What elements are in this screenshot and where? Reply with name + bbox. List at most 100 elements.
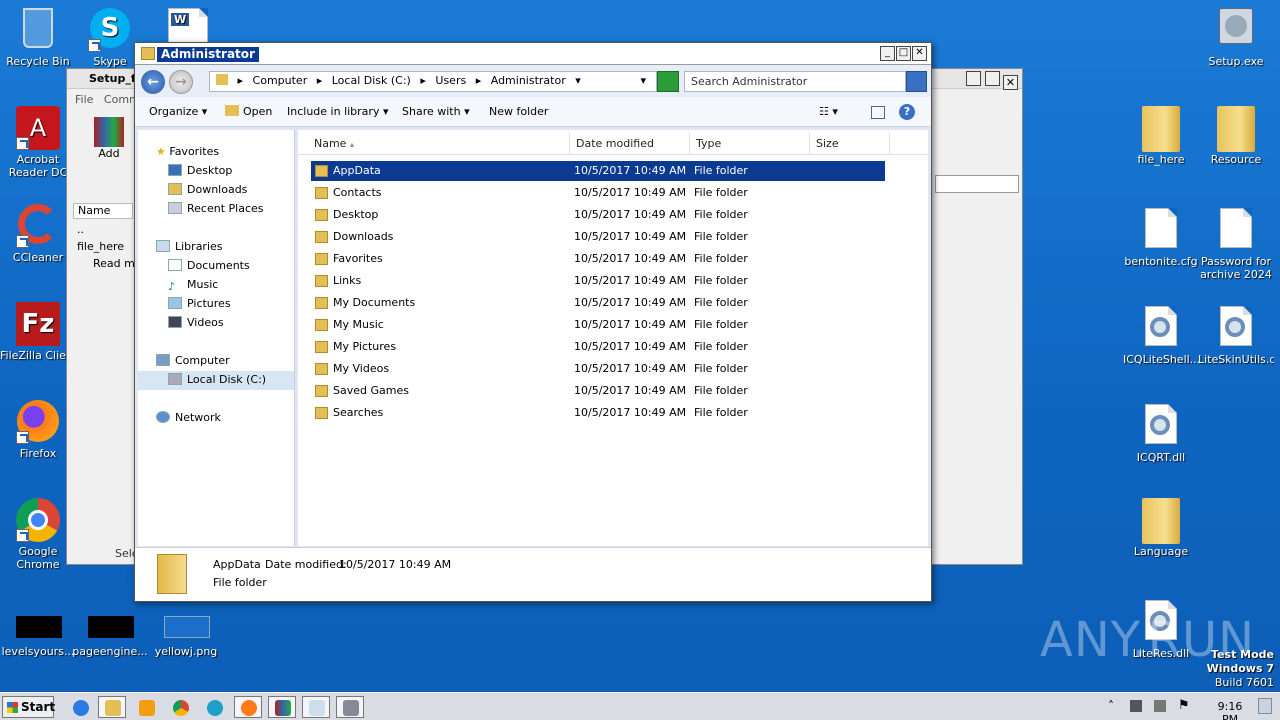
minimize-button[interactable]: _: [880, 46, 895, 61]
table-row[interactable]: Desktop 10/5/2017 10:49 AM File folder: [311, 205, 885, 225]
show-hidden-icons-icon[interactable]: ˄: [1108, 699, 1114, 713]
desktop-icon-chrome[interactable]: Google Chrome: [0, 498, 76, 571]
taskbar-explorer[interactable]: [98, 696, 126, 718]
speaker-icon[interactable]: [1154, 700, 1166, 712]
new-folder-button[interactable]: New folder: [489, 105, 548, 118]
breadcrumb-administrator[interactable]: Administrator: [491, 74, 566, 87]
nav-favorites[interactable]: ★ Favorites: [156, 143, 219, 161]
back-dropdown[interactable]: [935, 175, 1019, 193]
taskbar-edge[interactable]: [200, 696, 228, 718]
maximize-button[interactable]: [984, 71, 1000, 86]
table-row[interactable]: My Music 10/5/2017 10:49 AM File folder: [311, 315, 885, 335]
refresh-button[interactable]: [657, 71, 679, 92]
column-name[interactable]: Name ▴: [308, 133, 570, 155]
search-input[interactable]: Search Administrator: [684, 71, 906, 92]
table-row[interactable]: My Pictures 10/5/2017 10:49 AM File folder: [311, 337, 885, 357]
nav-pictures[interactable]: Pictures: [168, 295, 231, 313]
desktop-icon-liteskinutils[interactable]: LiteSkinUtils.dll: [1198, 306, 1274, 366]
nav-documents[interactable]: Documents: [168, 257, 250, 275]
nav-libraries[interactable]: Libraries: [156, 238, 223, 256]
close-button[interactable]: ✕: [1003, 75, 1018, 90]
nav-downloads[interactable]: Downloads: [168, 181, 247, 199]
table-row[interactable]: Saved Games 10/5/2017 10:49 AM File folder: [311, 381, 885, 401]
desktop-icon-filezilla[interactable]: Fz FileZilla Client: [0, 302, 76, 362]
chevron-right-icon[interactable]: ▸: [420, 74, 426, 87]
breadcrumb-local-disk[interactable]: Local Disk (C:): [332, 74, 411, 87]
table-row[interactable]: Searches 10/5/2017 10:49 AM File folder: [311, 403, 885, 423]
taskbar-winrar[interactable]: [268, 696, 296, 718]
chevron-right-icon[interactable]: ▸: [238, 74, 244, 87]
nav-recent-places[interactable]: Recent Places: [168, 200, 264, 218]
start-button[interactable]: Start: [2, 696, 55, 718]
chevron-right-icon[interactable]: ▸: [317, 74, 323, 87]
open-button[interactable]: Open: [225, 105, 272, 118]
table-row[interactable]: Downloads 10/5/2017 10:49 AM File folder: [311, 227, 885, 247]
chevron-down-icon[interactable]: ▾: [575, 74, 581, 87]
desktop-icon-password[interactable]: Password for archive 2024: [1198, 208, 1274, 281]
nav-desktop[interactable]: Desktop: [168, 162, 232, 180]
desktop-icon-language[interactable]: Language: [1123, 498, 1199, 558]
column-type[interactable]: Type: [690, 133, 810, 155]
preview-pane-icon[interactable]: [871, 106, 885, 119]
taskbar-notepad[interactable]: [302, 696, 330, 718]
breadcrumb-computer[interactable]: Computer: [253, 74, 308, 87]
column-size[interactable]: Size: [810, 133, 890, 155]
add-button[interactable]: Add: [91, 117, 127, 160]
explorer-window[interactable]: Administrator _ □ ✕ ← → ▸ Computer ▸ Loc…: [134, 42, 932, 602]
taskbar-ie[interactable]: [66, 696, 94, 718]
nav-computer[interactable]: Computer: [156, 352, 230, 370]
desktop-icon-acrobat[interactable]: A Acrobat Reader DC: [0, 106, 76, 179]
help-icon[interactable]: ?: [899, 104, 915, 120]
clock[interactable]: 9:16 PM: [1208, 700, 1252, 720]
minimize-button[interactable]: [966, 71, 981, 86]
address-bar[interactable]: ▸ Computer ▸ Local Disk (C:) ▸ Users ▸ A…: [209, 71, 657, 92]
organize-button[interactable]: Organize ▾: [149, 105, 207, 118]
desktop-icon-file-here[interactable]: file_here: [1123, 106, 1199, 166]
view-options-icon[interactable]: ☷ ▾: [819, 105, 838, 118]
back-button[interactable]: ←: [141, 70, 165, 94]
table-row[interactable]: Favorites 10/5/2017 10:49 AM File folder: [311, 249, 885, 269]
table-row[interactable]: Contacts 10/5/2017 10:49 AM File folder: [311, 183, 885, 203]
desktop-icon-ccleaner[interactable]: CCleaner: [0, 204, 76, 264]
table-row[interactable]: My Documents 10/5/2017 10:49 AM File folde…: [311, 293, 885, 313]
desktop-icon-icqliteshell[interactable]: ICQLiteShell...: [1123, 306, 1199, 366]
forward-button[interactable]: →: [169, 70, 193, 94]
desktop-icon-levelsyours[interactable]: levelsyours...: [0, 616, 76, 658]
show-desktop-button[interactable]: [1258, 698, 1272, 714]
table-row[interactable]: Links 10/5/2017 10:49 AM File folder: [311, 271, 885, 291]
nav-videos[interactable]: Videos: [168, 314, 224, 332]
taskbar-media-player[interactable]: [132, 696, 160, 718]
desktop-icon-pageengine[interactable]: pageengine...: [72, 616, 148, 658]
nav-network[interactable]: Network: [156, 409, 221, 427]
desktop-icon-recycle-bin[interactable]: Recycle Bin: [0, 8, 76, 68]
title-bar[interactable]: Administrator _ □ ✕: [135, 43, 931, 65]
desktop-icon-bentonite[interactable]: bentonite.cfg: [1123, 208, 1199, 268]
taskbar-firefox[interactable]: [234, 696, 262, 718]
address-history-dropdown[interactable]: ▾: [640, 74, 646, 87]
close-button[interactable]: ✕: [912, 46, 927, 61]
nav-music[interactable]: ♪ Music: [168, 276, 218, 294]
column-date-modified[interactable]: Date modified: [570, 133, 690, 155]
search-icon[interactable]: [906, 71, 927, 92]
table-row[interactable]: AppData 10/5/2017 10:49 AM File folder: [311, 161, 885, 181]
menu-file[interactable]: File: [75, 93, 93, 106]
taskbar-installer[interactable]: [336, 696, 364, 718]
taskbar-chrome[interactable]: [166, 696, 194, 718]
desktop-icon-resource[interactable]: Resource: [1198, 106, 1274, 166]
desktop-icon-yellowj[interactable]: yellowj.png: [148, 616, 224, 658]
share-with-button[interactable]: Share with ▾: [402, 105, 470, 118]
breadcrumb-users[interactable]: Users: [435, 74, 466, 87]
nav-local-disk[interactable]: Local Disk (C:): [138, 371, 294, 390]
maximize-button[interactable]: □: [896, 46, 911, 61]
tray-icon[interactable]: [1130, 700, 1142, 712]
include-in-library-button[interactable]: Include in library ▾: [287, 105, 388, 118]
back-name-column[interactable]: Name: [73, 203, 133, 219]
desktop-icon-icqrt[interactable]: ICQRT.dll: [1123, 404, 1199, 464]
list-item[interactable]: file_here: [77, 238, 142, 255]
action-center-flag-icon[interactable]: ⚑: [1178, 698, 1190, 713]
table-row[interactable]: My Videos 10/5/2017 10:49 AM File folder: [311, 359, 885, 379]
chevron-right-icon[interactable]: ▸: [476, 74, 482, 87]
list-item[interactable]: Read me: [77, 255, 142, 272]
desktop-icon-setup[interactable]: Setup.exe: [1198, 8, 1274, 68]
desktop-icon-firefox[interactable]: Firefox: [0, 400, 76, 460]
